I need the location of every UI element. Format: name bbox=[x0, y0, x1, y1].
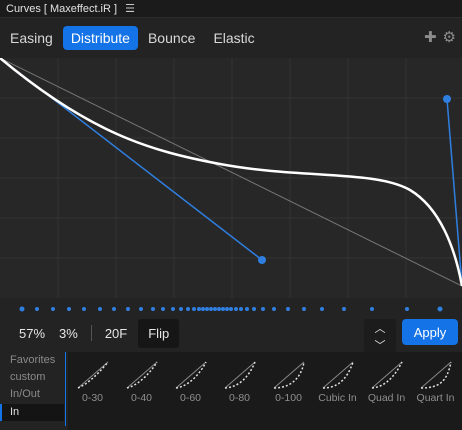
handle-point-right[interactable] bbox=[443, 95, 451, 103]
curve-thumbnail-icon bbox=[175, 361, 207, 389]
separator bbox=[90, 325, 92, 341]
frames-value[interactable]: 20F bbox=[98, 323, 134, 344]
flip-button[interactable]: Flip bbox=[138, 318, 180, 348]
window-titlebar: Curves [ Maxeffect.iR ] ☰ bbox=[0, 0, 462, 18]
preset-categories: Favorites custom In/Out In bbox=[0, 352, 64, 430]
preset-item[interactable]: 0-80 bbox=[215, 352, 264, 430]
hamburger-icon[interactable]: ☰ bbox=[125, 2, 135, 15]
timing-dots bbox=[0, 302, 462, 316]
preset-item[interactable]: Quart In bbox=[411, 352, 460, 430]
grid bbox=[0, 58, 462, 298]
chevron-down-icon[interactable]: ﹀ bbox=[375, 337, 386, 353]
preset-item[interactable]: 0-100 bbox=[264, 352, 313, 430]
preset-label: Quart In bbox=[416, 392, 455, 404]
curve-thumbnail-icon bbox=[126, 361, 158, 389]
curve-editor-svg[interactable] bbox=[0, 58, 462, 298]
influence-out-value[interactable]: 3% bbox=[52, 323, 85, 344]
apply-button[interactable]: Apply bbox=[402, 319, 458, 345]
handle-point-left[interactable] bbox=[258, 256, 266, 264]
linear-reference-line bbox=[0, 58, 462, 287]
preset-item[interactable]: 0-40 bbox=[117, 352, 166, 430]
chevron-up-icon[interactable]: ︿ bbox=[375, 320, 386, 336]
stepper: ︿ ﹀ bbox=[364, 319, 396, 353]
curve-thumbnail-icon bbox=[322, 361, 354, 389]
preset-item[interactable]: 0-30 bbox=[68, 352, 117, 430]
category-custom[interactable]: custom bbox=[0, 369, 64, 386]
category-divider bbox=[65, 352, 66, 426]
preset-label: 0-100 bbox=[275, 392, 302, 404]
gear-icon[interactable]: ⚙ bbox=[443, 28, 456, 46]
preset-item[interactable]: Cubic In bbox=[313, 352, 362, 430]
tab-bar: Easing Distribute Bounce Elastic ✚ ⚙ bbox=[0, 22, 462, 54]
window-title: Curves [ Maxeffect.iR ] bbox=[6, 2, 118, 15]
tab-bounce[interactable]: Bounce bbox=[140, 26, 203, 50]
curve-thumbnail-icon bbox=[77, 361, 109, 389]
curve-thumbnail-icon bbox=[224, 361, 256, 389]
preset-label: Quad In bbox=[367, 392, 406, 404]
preset-label: 0-40 bbox=[130, 392, 152, 404]
preset-label: 0-60 bbox=[179, 392, 201, 404]
preset-item[interactable]: Quad In bbox=[362, 352, 411, 430]
influence-in-value[interactable]: 57% bbox=[12, 323, 52, 344]
tab-distribute[interactable]: Distribute bbox=[62, 26, 138, 50]
curve-graph[interactable] bbox=[0, 58, 462, 298]
preset-label: 0-30 bbox=[81, 392, 103, 404]
category-in[interactable]: In bbox=[0, 404, 64, 421]
tab-elastic[interactable]: Elastic bbox=[205, 26, 262, 50]
tab-easing[interactable]: Easing bbox=[2, 26, 61, 50]
preset-label: 0-80 bbox=[228, 392, 250, 404]
curve-thumbnail-icon bbox=[371, 361, 403, 389]
curve-thumbnail-icon bbox=[273, 361, 305, 389]
preset-label: Cubic In bbox=[318, 392, 357, 404]
preset-item[interactable]: 0-60 bbox=[166, 352, 215, 430]
plus-icon[interactable]: ✚ bbox=[424, 28, 437, 46]
category-in-out[interactable]: In/Out bbox=[0, 386, 64, 403]
category-favorites[interactable]: Favorites bbox=[0, 352, 64, 369]
curve-thumbnail-icon bbox=[420, 361, 452, 389]
preset-list: 0-30 0-40 0-60 0-80 0-100 Cubic In Quad … bbox=[68, 352, 462, 430]
